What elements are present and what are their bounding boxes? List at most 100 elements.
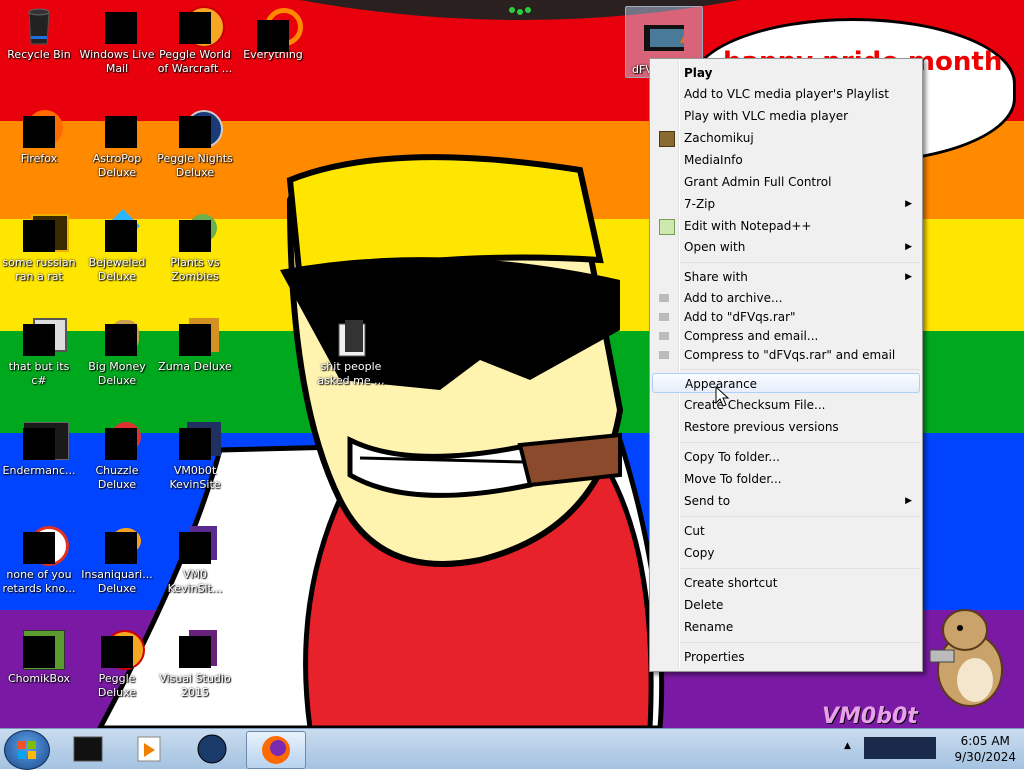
menu-separator	[680, 642, 920, 643]
app-icon	[19, 422, 69, 462]
menu-separator	[680, 568, 920, 569]
pvz-icon	[175, 214, 217, 254]
hamster-image	[929, 609, 1003, 707]
submenu-arrow-icon: ▶	[905, 496, 912, 506]
menu-item-compress-and-email[interactable]: Compress and email...	[652, 326, 920, 346]
menu-item-play-with-vlc[interactable]: Play with VLC media player	[652, 106, 920, 126]
taskbar-media-player[interactable]	[122, 731, 174, 767]
desktop-icon-label: Peggle World of Warcraft ...	[157, 48, 233, 75]
peggle-nights-icon	[175, 110, 223, 150]
windows-logo-icon	[18, 741, 36, 759]
menu-item-cut[interactable]: Cut	[652, 521, 920, 541]
desktop-icon-astropop[interactable]: AstroPop Deluxe	[78, 104, 156, 180]
menu-separator	[680, 442, 920, 443]
desktop-icon-plants-vs-zombies[interactable]: Plants vs Zombies	[156, 208, 234, 284]
menu-item-mediainfo[interactable]: MediaInfo	[652, 150, 920, 170]
chuzzle-icon	[97, 422, 141, 462]
desktop-icon-zuma[interactable]: Zuma Deluxe	[156, 312, 234, 374]
desktop-icon-label: Firefox	[20, 152, 58, 165]
desktop-icon-big-money[interactable]: Big Money Deluxe	[78, 312, 156, 388]
peggle-icon	[97, 630, 145, 670]
winrar-icon	[659, 294, 669, 302]
submenu-arrow-icon: ▶	[905, 272, 912, 282]
desktop-icon-label: Endermanc...	[2, 464, 76, 477]
submenu-arrow-icon: ▶	[905, 242, 912, 252]
desktop-icon-russian-rat[interactable]: some russian ran a rat	[0, 208, 78, 284]
menu-item-create-checksum[interactable]: Create Checksum File...	[652, 395, 920, 415]
firefox-icon	[19, 110, 63, 150]
menu-item-delete[interactable]: Delete	[652, 595, 920, 615]
desktop-icon-firefox[interactable]: Firefox	[0, 104, 78, 166]
menu-item-share-with[interactable]: Share with ▶	[652, 267, 920, 287]
desktop-icon-peggle-deluxe[interactable]: Peggle Deluxe	[78, 624, 156, 700]
menu-item-edit-notepadpp[interactable]: Edit with Notepad++	[652, 216, 920, 236]
desktop-icon-peggle-wow[interactable]: Peggle World of Warcraft ...	[156, 0, 234, 76]
desktop-icon-visual-studio[interactable]: Visual Studio 2015	[156, 624, 234, 700]
firefox-icon	[262, 736, 290, 764]
menu-item-send-to[interactable]: Send to ▶	[652, 491, 920, 511]
taskbar-app-3[interactable]	[186, 731, 238, 767]
desktop-icon-label: Recycle Bin	[7, 48, 71, 61]
taskbar-app-1[interactable]	[62, 731, 114, 767]
desktop-icon-label: VM0 KevinSit...	[167, 568, 223, 595]
menu-item-rename[interactable]: Rename	[652, 617, 920, 637]
desktop-icon-everything[interactable]: Everything	[234, 0, 312, 62]
winrar-icon	[659, 313, 669, 321]
desktop-icon-chuzzle[interactable]: Chuzzle Deluxe	[78, 416, 156, 492]
app-icon	[73, 736, 103, 762]
desktop-icon-label: AstroPop Deluxe	[92, 152, 142, 179]
start-button[interactable]	[4, 730, 50, 770]
chomik-icon	[659, 131, 675, 147]
desktop-icon-label: none of you retards kno...	[2, 568, 76, 595]
menu-item-move-to-folder[interactable]: Move To folder...	[652, 469, 920, 489]
menu-item-add-to-vlc-playlist[interactable]: Add to VLC media player's Playlist	[652, 84, 920, 104]
chomikbox-icon	[19, 630, 65, 670]
clock[interactable]: 6:05 AM 9/30/2024	[954, 733, 1016, 765]
desktop-icon-peggle-nights[interactable]: Peggle Nights Deluxe	[156, 104, 234, 180]
tray-expand-icon[interactable]: ▲	[844, 741, 851, 751]
menu-item-add-to-archive[interactable]: Add to archive...	[652, 288, 920, 308]
menu-item-copy[interactable]: Copy	[652, 543, 920, 563]
desktop-icon-label: Peggle Deluxe	[97, 672, 137, 699]
menu-item-create-shortcut[interactable]: Create shortcut	[652, 573, 920, 593]
desktop-icon-chomikbox[interactable]: ChomikBox	[0, 624, 78, 686]
desktop-icon-label: Big Money Deluxe	[88, 360, 146, 387]
recycle-bin-icon	[19, 6, 59, 46]
desktop-icon-recycle-bin[interactable]: Recycle Bin	[0, 0, 78, 62]
zuma-icon	[175, 318, 219, 358]
desktop-icon-label: Zuma Deluxe	[158, 360, 232, 373]
desktop-icon-windows-live-mail[interactable]: Windows Live Mail	[78, 0, 156, 76]
menu-item-compress-to-rar-email[interactable]: Compress to "dFVqs.rar" and email	[652, 345, 920, 365]
desktop-icon-that-but-csharp[interactable]: that but its c#	[0, 312, 78, 388]
desktop-icon-label: shit people asked me ...	[317, 360, 385, 387]
desktop-icon-vm0b0t-kevinsite[interactable]: VM0b0t KevinSite	[156, 416, 234, 492]
desktop-icon-none-of-you[interactable]: none of you retards kno...	[0, 520, 78, 596]
menu-item-zachomikuj[interactable]: Zachomikuj	[652, 128, 920, 148]
astropop-icon	[97, 110, 137, 150]
desktop-icon-label: Plants vs Zombies	[170, 256, 220, 283]
desktop-icon-vm0-kevinsite[interactable]: VM0 KevinSit...	[156, 520, 234, 596]
menu-item-copy-to-folder[interactable]: Copy To folder...	[652, 447, 920, 467]
everything-icon	[253, 6, 303, 52]
bejeweled-icon	[97, 209, 140, 254]
menu-item-appearance[interactable]: Appearance	[652, 373, 920, 393]
tray-icons[interactable]	[864, 737, 936, 759]
menu-item-properties[interactable]: Properties	[652, 647, 920, 667]
context-menu: Play Add to VLC media player's Playlist …	[649, 58, 923, 672]
menu-separator	[680, 262, 920, 263]
desktop-icon-bejeweled[interactable]: Bejeweled Deluxe	[78, 208, 156, 284]
desktop-icon-endermanc[interactable]: Endermanc...	[0, 416, 78, 478]
menu-item-open-with[interactable]: Open with ▶	[652, 237, 920, 257]
winrar-icon	[659, 351, 669, 359]
menu-item-add-to-rar[interactable]: Add to "dFVqs.rar"	[652, 307, 920, 327]
desktop-icon-label: Insaniquari... Deluxe	[81, 568, 153, 595]
desktop-icon-insaniquarium[interactable]: Insaniquari... Deluxe	[78, 520, 156, 596]
system-tray: ▲ 6:05 AM 9/30/2024	[840, 729, 1024, 769]
desktop-icon-label: Windows Live Mail	[79, 48, 155, 75]
desktop-icon-shit-people-asked[interactable]: shit people asked me ...	[312, 312, 390, 388]
menu-item-7zip[interactable]: 7-Zip ▶	[652, 194, 920, 214]
menu-item-grant-admin[interactable]: Grant Admin Full Control	[652, 172, 920, 192]
menu-item-restore-previous[interactable]: Restore previous versions	[652, 417, 920, 437]
menu-item-play[interactable]: Play	[652, 63, 920, 83]
taskbar-firefox[interactable]	[246, 731, 306, 769]
